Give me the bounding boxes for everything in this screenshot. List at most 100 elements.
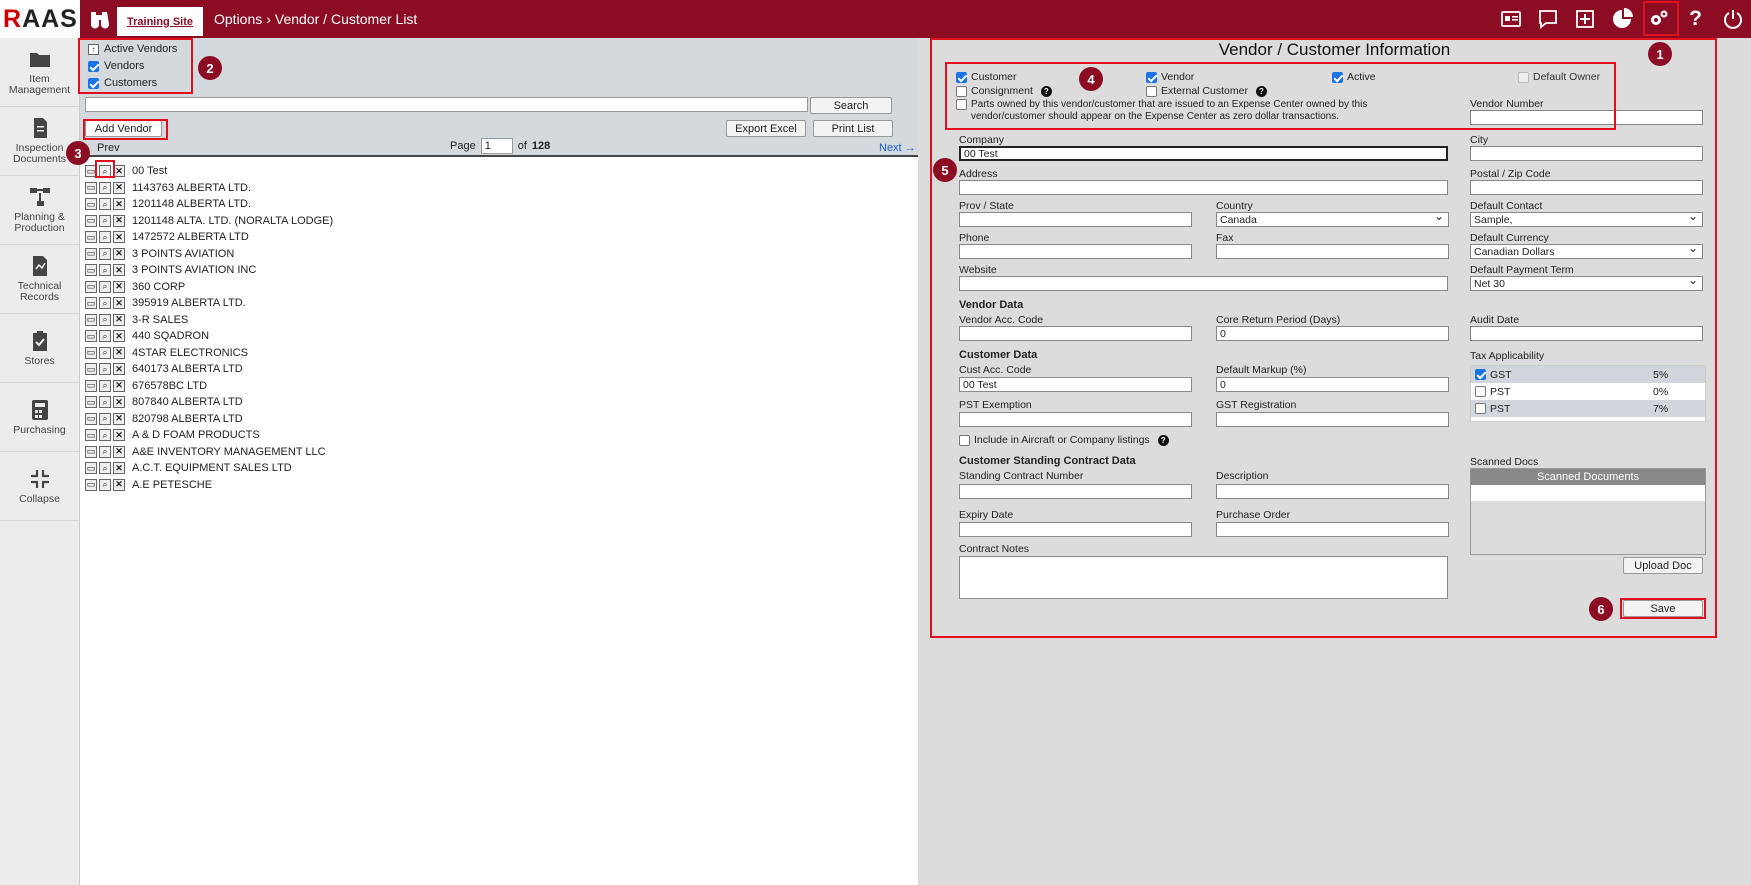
vendor-row[interactable]: ▭ ⌕ ✕ 3 POINTS AVIATION INC xyxy=(85,262,333,279)
vendor-row[interactable]: ▭ ⌕ ✕ A & D FOAM PRODUCTS xyxy=(85,427,333,444)
contract-notes-textarea[interactable] xyxy=(959,556,1448,599)
edit-folder-icon[interactable]: ▭ xyxy=(85,198,97,211)
edit-folder-icon[interactable]: ▭ xyxy=(85,247,97,260)
edit-folder-icon[interactable]: ▭ xyxy=(85,330,97,343)
vendor-row[interactable]: ▭ ⌕ ✕ 676578BC LTD xyxy=(85,378,333,395)
prev-link[interactable]: Prev xyxy=(97,142,120,154)
edit-folder-icon[interactable]: ▭ xyxy=(85,165,97,178)
vendor-check[interactable]: Vendor xyxy=(1146,71,1194,83)
vendor-row[interactable]: ▭ ⌕ ✕ 1143763 ALBERTA LTD. xyxy=(85,180,333,197)
delete-x-icon[interactable]: ✕ xyxy=(113,363,125,376)
view-magnifier-icon[interactable]: ⌕ xyxy=(99,198,111,211)
standing-number-input[interactable] xyxy=(959,484,1192,499)
default-markup-input[interactable]: 0 xyxy=(1216,377,1449,392)
vendor-row[interactable]: ▭ ⌕ ✕ 640173 ALBERTA LTD xyxy=(85,361,333,378)
search-input[interactable] xyxy=(85,97,808,112)
tree-toggle-icon[interactable]: ↑ xyxy=(88,43,99,55)
country-select[interactable]: Canada xyxy=(1216,209,1449,227)
edit-folder-icon[interactable]: ▭ xyxy=(85,346,97,359)
site-tab[interactable]: Training Site xyxy=(117,7,204,36)
delete-x-icon[interactable]: ✕ xyxy=(113,445,125,458)
view-magnifier-icon[interactable]: ⌕ xyxy=(99,445,111,458)
nav-planning-production[interactable]: Planning & Production xyxy=(0,176,79,245)
external-customer-check[interactable]: External Customer? xyxy=(1146,85,1267,97)
delete-x-icon[interactable]: ✕ xyxy=(113,198,125,211)
phone-input[interactable] xyxy=(959,244,1192,259)
nav-inspection-documents[interactable]: Inspection Documents xyxy=(0,107,79,176)
edit-folder-icon[interactable]: ▭ xyxy=(85,429,97,442)
delete-x-icon[interactable]: ✕ xyxy=(113,214,125,227)
external-customer-checkbox[interactable] xyxy=(1146,85,1157,97)
binoculars-icon[interactable] xyxy=(88,9,110,29)
parts-owned-check[interactable]: Parts owned by this vendor/customer that… xyxy=(956,99,1421,123)
view-magnifier-icon[interactable]: ⌕ xyxy=(99,231,111,244)
plus-box-icon[interactable] xyxy=(1566,0,1603,38)
view-magnifier-icon[interactable]: ⌕ xyxy=(99,181,111,194)
chat-icon[interactable] xyxy=(1529,0,1566,38)
core-return-input[interactable]: 0 xyxy=(1216,326,1449,341)
help-circle-icon[interactable]: ? xyxy=(1255,85,1267,97)
vendor-row[interactable]: ▭ ⌕ ✕ 3-R SALES xyxy=(85,312,333,329)
delete-x-icon[interactable]: ✕ xyxy=(113,313,125,326)
customer-checkbox[interactable] xyxy=(956,71,967,83)
upload-doc-button[interactable]: Upload Doc xyxy=(1623,557,1703,574)
add-vendor-button[interactable]: Add Vendor xyxy=(85,120,162,137)
address-input[interactable] xyxy=(959,180,1448,195)
default-payment-select[interactable]: Net 30 xyxy=(1470,273,1703,291)
tax-row[interactable]: PST 0% xyxy=(1471,383,1705,400)
vendor-row[interactable]: ▭ ⌕ ✕ 00 Test xyxy=(85,163,333,180)
active-checkbox[interactable] xyxy=(1332,71,1343,83)
view-magnifier-icon[interactable]: ⌕ xyxy=(99,379,111,392)
vendor-row[interactable]: ▭ ⌕ ✕ 360 CORP xyxy=(85,279,333,296)
delete-x-icon[interactable]: ✕ xyxy=(113,264,125,277)
next-link[interactable]: Next → xyxy=(879,142,916,154)
view-magnifier-icon[interactable]: ⌕ xyxy=(99,313,111,326)
cust-acc-input[interactable]: 00 Test xyxy=(959,377,1192,392)
delete-x-icon[interactable]: ✕ xyxy=(113,396,125,409)
active-check[interactable]: Active xyxy=(1332,71,1376,83)
power-icon[interactable] xyxy=(1714,0,1751,38)
delete-x-icon[interactable]: ✕ xyxy=(113,231,125,244)
customer-check[interactable]: Customer xyxy=(956,71,1017,83)
edit-folder-icon[interactable]: ▭ xyxy=(85,379,97,392)
view-magnifier-icon[interactable]: ⌕ xyxy=(99,330,111,343)
vendor-row[interactable]: ▭ ⌕ ✕ 1201148 ALBERTA LTD. xyxy=(85,196,333,213)
vendor-row[interactable]: ▭ ⌕ ✕ 807840 ALBERTA LTD xyxy=(85,394,333,411)
pst-exemption-input[interactable] xyxy=(959,412,1192,427)
view-magnifier-icon[interactable]: ⌕ xyxy=(99,214,111,227)
view-magnifier-icon[interactable]: ⌕ xyxy=(99,280,111,293)
help-circle-icon[interactable]: ? xyxy=(1040,85,1052,97)
gst-registration-input[interactable] xyxy=(1216,412,1449,427)
vendor-row[interactable]: ▭ ⌕ ✕ 1201148 ALTA. LTD. (NORALTA LODGE) xyxy=(85,213,333,230)
delete-x-icon[interactable]: ✕ xyxy=(113,330,125,343)
vendor-checkbox[interactable] xyxy=(1146,71,1157,83)
view-magnifier-icon[interactable]: ⌕ xyxy=(99,396,111,409)
delete-x-icon[interactable]: ✕ xyxy=(113,379,125,392)
delete-x-icon[interactable]: ✕ xyxy=(113,429,125,442)
edit-folder-icon[interactable]: ▭ xyxy=(85,280,97,293)
gears-icon[interactable] xyxy=(1640,0,1677,38)
fax-input[interactable] xyxy=(1216,244,1449,259)
tax-row[interactable]: GST 5% xyxy=(1471,366,1705,383)
edit-folder-icon[interactable]: ▭ xyxy=(85,462,97,475)
search-button[interactable]: Search xyxy=(810,97,892,114)
tax-checkbox[interactable] xyxy=(1475,369,1486,380)
tax-row[interactable]: PST 7% xyxy=(1471,400,1705,417)
website-input[interactable] xyxy=(959,276,1448,291)
prov-input[interactable] xyxy=(959,212,1192,227)
delete-x-icon[interactable]: ✕ xyxy=(113,462,125,475)
include-listings-checkbox[interactable] xyxy=(959,434,970,446)
edit-folder-icon[interactable]: ▭ xyxy=(85,181,97,194)
vendor-row[interactable]: ▭ ⌕ ✕ A.E PETESCHE xyxy=(85,477,333,494)
default-owner-check[interactable]: Default Owner xyxy=(1518,71,1600,83)
view-magnifier-icon[interactable]: ⌕ xyxy=(99,412,111,425)
purchase-order-input[interactable] xyxy=(1216,522,1449,537)
default-owner-checkbox[interactable] xyxy=(1518,71,1529,83)
nav-purchasing[interactable]: Purchasing xyxy=(0,383,79,452)
vendor-row[interactable]: ▭ ⌕ ✕ 3 POINTS AVIATION xyxy=(85,246,333,263)
vendor-number-input[interactable] xyxy=(1470,110,1703,125)
parts-owned-checkbox[interactable] xyxy=(956,99,967,110)
delete-x-icon[interactable]: ✕ xyxy=(113,280,125,293)
include-listings-check[interactable]: Include in Aircraft or Company listings? xyxy=(959,434,1169,446)
city-input[interactable] xyxy=(1470,146,1703,161)
